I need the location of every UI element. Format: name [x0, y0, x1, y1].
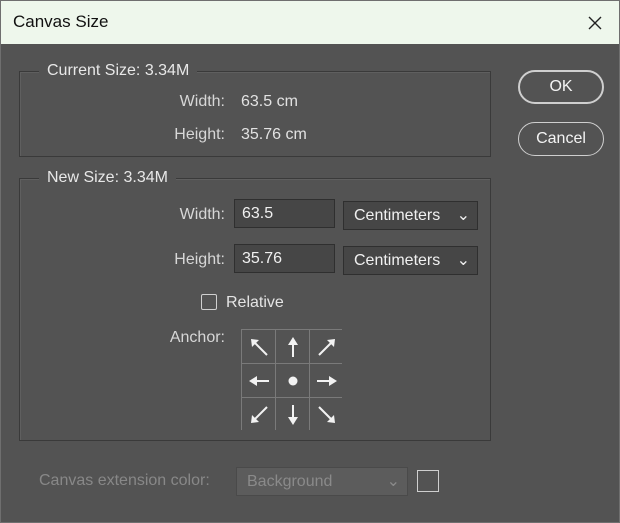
anchor-bottom[interactable] [276, 398, 309, 431]
close-icon [588, 16, 602, 30]
anchor-center-dot-icon [288, 376, 297, 385]
anchor-top-left[interactable] [242, 330, 275, 363]
anchor-center[interactable] [276, 364, 309, 397]
arrow-down-icon [287, 404, 298, 425]
titlebar: Canvas Size [1, 1, 619, 44]
ok-button[interactable]: OK [518, 70, 604, 104]
relative-label: Relative [226, 294, 284, 311]
anchor-right[interactable] [310, 364, 343, 397]
arrow-up-left-icon [250, 338, 268, 356]
anchor-top[interactable] [276, 330, 309, 363]
anchor-label: Anchor: [169, 329, 225, 346]
height-unit-select[interactable]: Centimeters ⌄ [343, 246, 478, 275]
current-height-label: Height: [174, 126, 225, 143]
anchor-bottom-left[interactable] [242, 398, 275, 431]
current-width-value: 63.5 cm [241, 93, 298, 110]
anchor-bottom-right[interactable] [310, 398, 343, 431]
current-size-title: Current Size: 3.34M [39, 61, 198, 81]
arrow-down-left-icon [250, 405, 268, 423]
arrow-down-right-icon [317, 405, 335, 423]
arrow-right-icon [316, 375, 337, 386]
chevron-down-icon: ⌄ [386, 473, 400, 490]
extension-color-value: Background [247, 473, 333, 490]
extension-color-select[interactable]: Background ⌄ [236, 467, 408, 496]
width-input[interactable]: 63.5 [234, 199, 335, 228]
arrow-up-icon [287, 336, 298, 357]
current-height-value: 35.76 cm [241, 126, 307, 143]
extension-color-label: Canvas extension color: [39, 472, 210, 489]
current-width-label: Width: [179, 93, 225, 110]
width-unit-value: Centimeters [354, 207, 441, 224]
close-button[interactable] [579, 7, 611, 39]
chevron-down-icon: ⌄ [456, 252, 470, 269]
chevron-down-icon: ⌄ [456, 207, 470, 224]
height-input[interactable]: 35.76 [234, 244, 335, 273]
anchor-grid [241, 329, 343, 431]
width-unit-select[interactable]: Centimeters ⌄ [343, 201, 478, 230]
new-width-label: Width: [179, 206, 225, 223]
height-unit-value: Centimeters [354, 252, 441, 269]
relative-checkbox[interactable] [201, 294, 217, 310]
cancel-button[interactable]: Cancel [518, 122, 604, 156]
arrow-left-icon [248, 375, 269, 386]
anchor-left[interactable] [242, 364, 275, 397]
arrow-up-right-icon [317, 338, 335, 356]
new-size-title: New Size: 3.34M [39, 168, 176, 188]
dialog-title: Canvas Size [13, 12, 109, 31]
extension-color-swatch[interactable] [417, 470, 439, 492]
canvas-size-dialog: Canvas Size Current Size: 3.34M Width: 6… [0, 0, 620, 523]
new-height-label: Height: [174, 251, 225, 268]
anchor-top-right[interactable] [310, 330, 343, 363]
